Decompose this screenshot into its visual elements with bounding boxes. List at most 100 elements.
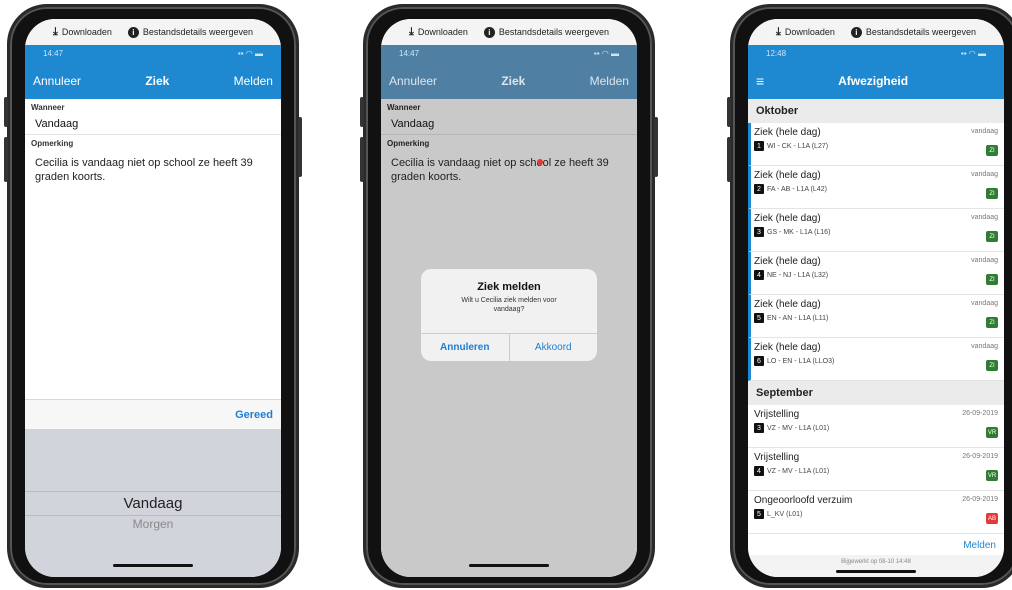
form: Wanneer Vandaag Opmerking Cecilia is van… [25, 99, 281, 190]
details-button[interactable]: i Bestandsdetails weergeven [127, 26, 253, 38]
download-icon: ⤓ [776, 25, 781, 38]
submit-button[interactable]: Melden [590, 74, 629, 88]
lesson-code: WI - CK - L1A (L27) [767, 142, 829, 150]
date-picker[interactable]: Vandaag Morgen [25, 429, 281, 577]
hamburger-menu-icon[interactable]: ≡ [756, 73, 764, 89]
remark-label: Opmerking [387, 139, 430, 148]
download-button[interactable]: ⤓ Downloaden [776, 26, 835, 39]
details-button[interactable]: i Bestandsdetails weergeven [483, 26, 609, 38]
report-absence-button[interactable]: Melden [748, 534, 1004, 557]
screen-absence-list: ⤓ Downloaden i Bestandsdetails weergeven 1… [748, 19, 1004, 577]
page-title: Ziek [501, 74, 526, 88]
picker-divider [25, 491, 281, 492]
lesson-code: L_KV (L01) [767, 510, 803, 518]
dialog-title: Ziek melden [477, 281, 541, 293]
dialog-confirm-button[interactable]: Akkoord [510, 334, 598, 361]
list-item[interactable]: Ziek (hele dag) 6 LO - EN - L1A (LLO3) vand… [748, 338, 1004, 381]
side-button [654, 117, 658, 177]
list-item[interactable]: Ziek (hele dag) 2 FA - AB - L1A (L42) vanda… [748, 166, 1004, 209]
list-item[interactable]: Vrijstelling 3 VZ - MV - L1A (L01) 26-09-20… [748, 405, 1004, 448]
signal-icons: ▪▪ ◠ ▬ [237, 48, 263, 58]
done-button[interactable]: Gereed [235, 409, 273, 421]
home-indicator [836, 570, 916, 573]
status-badge: ZI [986, 360, 998, 371]
status-time: 14:47 [43, 48, 64, 58]
confirm-dialog: Ziek melden Wilt u Cecilia ziek melden v… [421, 269, 597, 361]
absence-type: Ziek (hele dag) [754, 127, 821, 138]
lesson-info: 3 VZ - MV - L1A (L01) [754, 423, 998, 433]
download-button[interactable]: ⤓ Downloaden [409, 26, 468, 39]
absence-type: Ziek (hele dag) [754, 299, 821, 310]
lesson-hour: 5 [754, 509, 764, 519]
status-time: 14:47 [399, 48, 420, 58]
home-indicator [469, 564, 549, 567]
section-header: September [748, 381, 1004, 405]
dialog-message: Wilt u Cecilia ziek melden voor vandaag? [461, 297, 557, 313]
lesson-code: VZ - MV - L1A (L01) [767, 467, 830, 475]
absence-type: Ziek (hele dag) [754, 170, 821, 181]
list-item[interactable]: Vrijstelling 4 VZ - MV - L1A (L01) 26-09-20… [748, 448, 1004, 491]
absence-date: vandaag [971, 171, 998, 178]
page-title: Ziek [145, 74, 170, 88]
screen-ziek-confirm: ⤓ Downloaden i Bestandsdetails weergeven 1… [381, 19, 637, 577]
remark-textarea[interactable]: Cecilia is vandaag niet op school ze hee… [25, 150, 281, 190]
cancel-button[interactable]: Annuleer [33, 74, 81, 88]
absence-list: Oktober Ziek (hele dag) 1 WI - CK - L1A (L2… [748, 99, 1004, 557]
status-badge: VR [986, 427, 998, 438]
absence-type: Ziek (hele dag) [754, 342, 821, 353]
lesson-hour: 6 [754, 356, 764, 366]
lesson-info: 4 NE - NJ - L1A (L32) [754, 270, 998, 280]
details-button[interactable]: i Bestandsdetails weergeven [850, 26, 976, 38]
remark-text: Cecilia is vandaag niet op school ze hee… [391, 157, 609, 183]
nav-bar: Annuleer Ziek Melden [381, 63, 637, 99]
when-label: Wanneer [31, 103, 65, 112]
remark-label: Opmerking [31, 139, 74, 148]
info-icon: i [127, 26, 139, 38]
phone-frame-2: ⤓ Downloaden i Bestandsdetails weergeven 1… [360, 4, 658, 588]
status-badge: VR [986, 470, 998, 481]
home-indicator [113, 564, 193, 567]
volume-button [360, 97, 364, 127]
picker-option-selected[interactable]: Vandaag [25, 495, 281, 512]
download-icon: ⤓ [409, 25, 414, 38]
download-bar: ⤓ Downloaden i Bestandsdetails weergeven [25, 19, 281, 45]
absence-date: 26-09-2019 [962, 453, 998, 460]
absence-date: vandaag [971, 214, 998, 221]
list-item[interactable]: Ziek (hele dag) 3 GS - MK - L1A (L16) vanda… [748, 209, 1004, 252]
screen-ziek-form: ⤓ Downloaden i Bestandsdetails weergeven 1… [25, 19, 281, 577]
lesson-info: 3 GS - MK - L1A (L16) [754, 227, 998, 237]
list-item[interactable]: Ziek (hele dag) 4 NE - NJ - L1A (L32) vanda… [748, 252, 1004, 295]
dialog-cancel-button[interactable]: Annuleren [421, 334, 510, 361]
absence-date: 26-09-2019 [962, 496, 998, 503]
submit-button[interactable]: Melden [234, 74, 273, 88]
lesson-info: 1 WI - CK - L1A (L27) [754, 141, 998, 151]
cancel-button[interactable]: Annuleer [389, 74, 437, 88]
lesson-hour: 3 [754, 423, 764, 433]
details-label: Bestandsdetails weergeven [498, 27, 609, 37]
download-bar: ⤓ Downloaden i Bestandsdetails weergeven [381, 19, 637, 45]
download-icon: ⤓ [53, 25, 58, 38]
lesson-hour: 4 [754, 270, 764, 280]
lesson-hour: 3 [754, 227, 764, 237]
details-label: Bestandsdetails weergeven [865, 27, 976, 37]
download-label: Downloaden [784, 27, 835, 37]
download-button[interactable]: ⤓ Downloaden [53, 26, 112, 39]
list-item[interactable]: Ziek (hele dag) 1 WI - CK - L1A (L27) vanda… [748, 123, 1004, 166]
absence-type: Ziek (hele dag) [754, 213, 821, 224]
picker-option[interactable]: Morgen [25, 517, 281, 531]
signal-icons: ▪▪ ◠ ▬ [960, 48, 986, 58]
lesson-hour: 5 [754, 313, 764, 323]
absence-date: 26-09-2019 [962, 410, 998, 417]
download-label: Downloaden [417, 27, 468, 37]
lesson-code: EN - AN - L1A (L11) [767, 314, 829, 322]
lesson-code: LO - EN - L1A (LLO3) [767, 357, 835, 365]
nav-bar: ≡ Afwezigheid [748, 63, 1004, 99]
download-bar: ⤓ Downloaden i Bestandsdetails weergeven [748, 19, 1004, 45]
info-icon: i [483, 26, 495, 38]
signal-icons: ▪▪ ◠ ▬ [593, 48, 619, 58]
list-item[interactable]: Ziek (hele dag) 5 EN - AN - L1A (L11) vanda… [748, 295, 1004, 338]
list-item[interactable]: Ongeoorloofd verzuim 5 L_KV (L01) 26-09-201… [748, 491, 1004, 534]
status-badge: ZI [986, 145, 998, 156]
when-field[interactable]: Vandaag [25, 114, 281, 135]
details-label: Bestandsdetails weergeven [142, 27, 253, 37]
